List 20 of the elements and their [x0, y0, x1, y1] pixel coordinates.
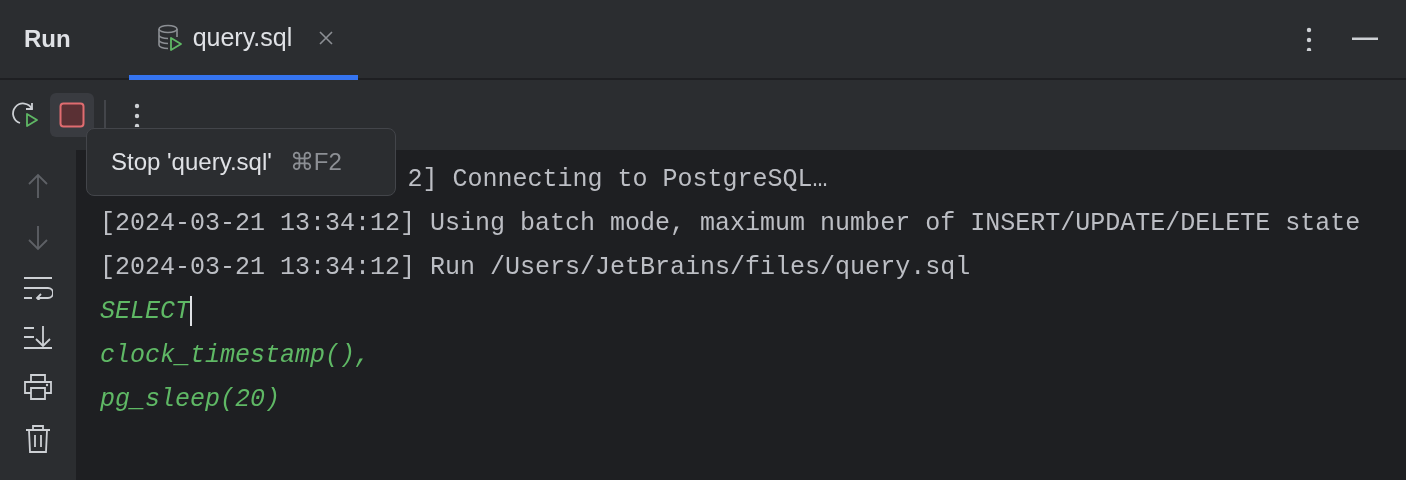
console-line: clock_timestamp(),: [100, 341, 371, 370]
more-options-icon[interactable]: [1306, 27, 1312, 51]
console-line: SELECT: [100, 297, 190, 326]
shortcut-text: ⌘F2: [289, 148, 342, 176]
trash-icon[interactable]: [25, 424, 51, 454]
scroll-to-end-icon[interactable]: [23, 324, 53, 350]
more-options-icon[interactable]: [134, 103, 140, 127]
console-line: 2] Connecting to PostgreSQL…: [407, 165, 828, 194]
console-line: [2024-03-21 13:34:12] Using batch mode, maximum number of INSERT/UPDATE/DELETE state: [100, 209, 1361, 238]
close-icon[interactable]: [318, 29, 335, 46]
minimize-icon[interactable]: [1352, 37, 1378, 41]
console-line: [2024-03-21 13:34:12] Run /Users/JetBrains/files/query.sql: [100, 253, 971, 282]
tooltip-text: Stop 'query.sql': [111, 148, 272, 176]
printer-icon[interactable]: [23, 374, 53, 400]
stop-button[interactable]: [50, 93, 94, 137]
soft-wrap-icon[interactable]: [23, 276, 53, 300]
panel-title: Run: [24, 25, 71, 53]
rerun-icon[interactable]: [10, 100, 40, 130]
console-line: pg_sleep(20): [100, 385, 281, 414]
stop-icon: [59, 102, 85, 128]
